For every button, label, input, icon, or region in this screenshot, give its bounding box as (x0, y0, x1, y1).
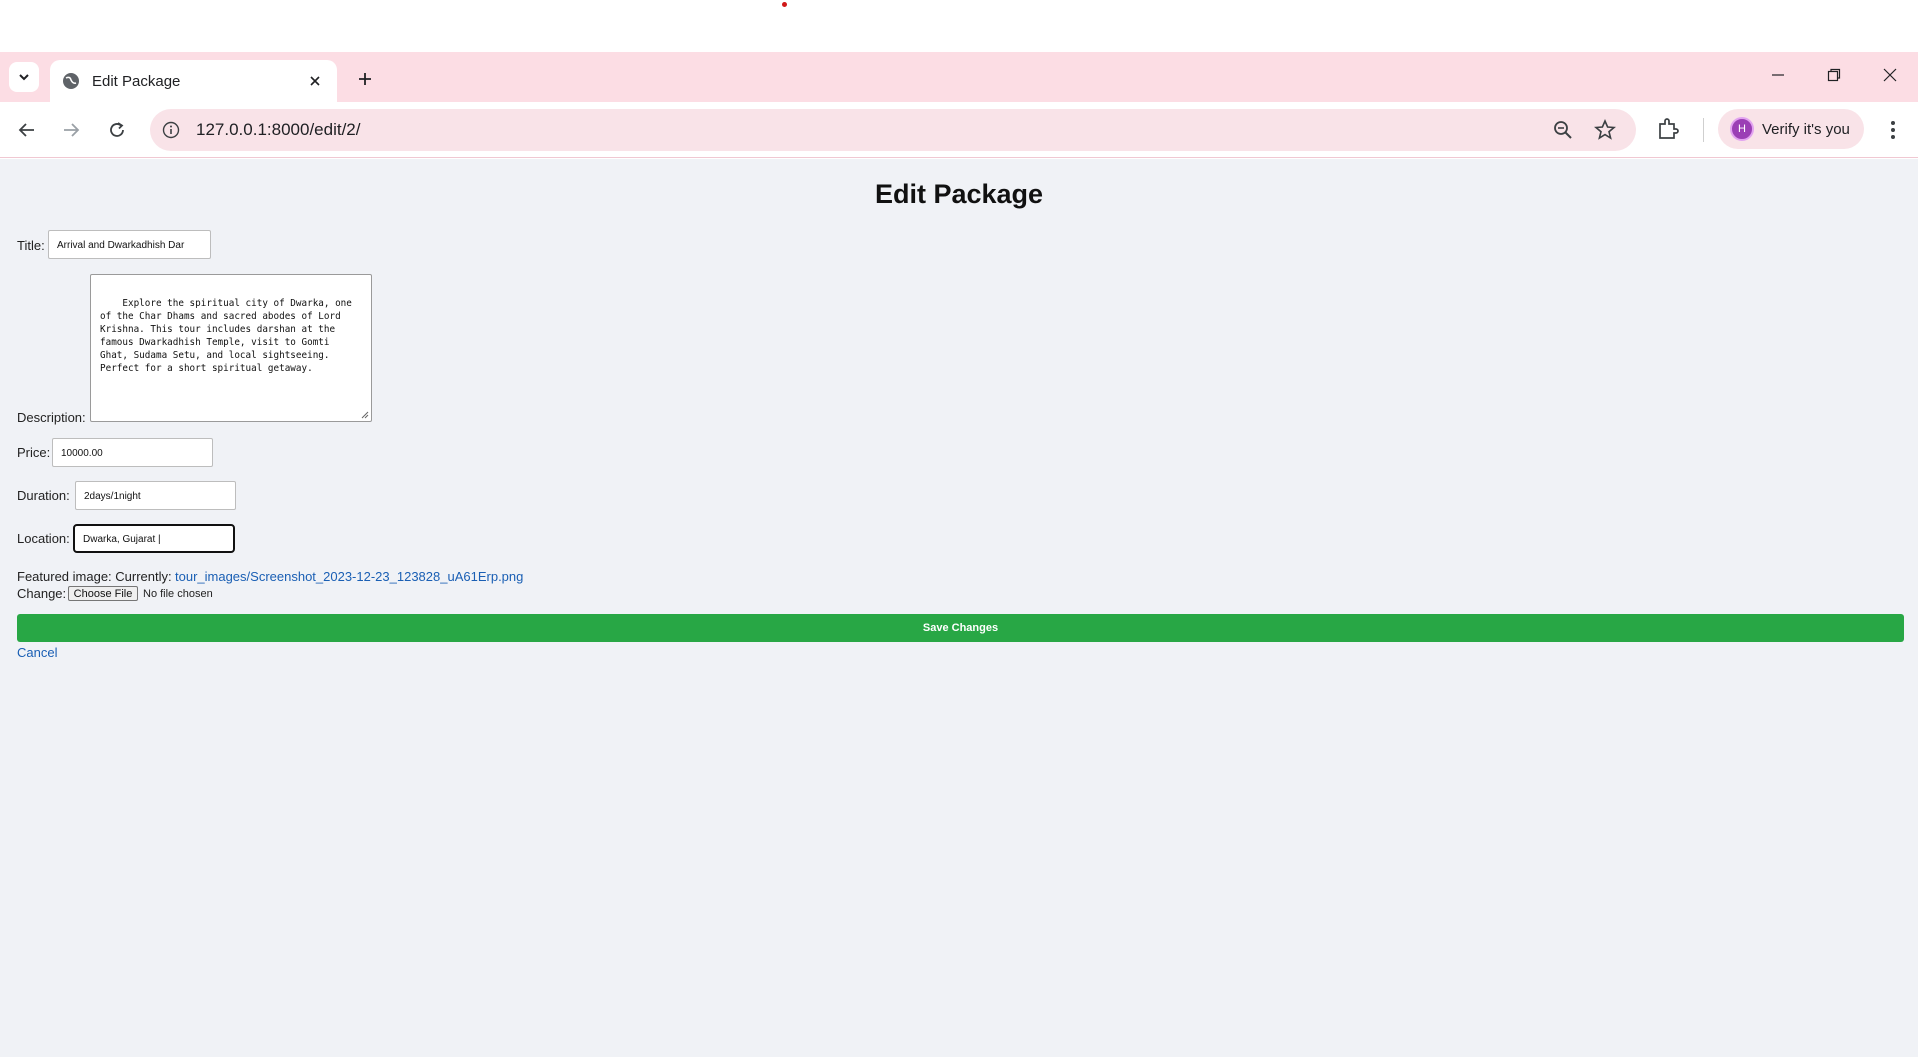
close-tab-icon[interactable] (305, 71, 325, 91)
save-changes-button[interactable]: Save Changes (17, 614, 1904, 642)
more-vert-icon (1891, 121, 1895, 139)
profile-label: Verify it's you (1762, 120, 1850, 138)
minimize-button[interactable] (1758, 60, 1798, 90)
extensions-icon[interactable] (1655, 116, 1681, 142)
change-label: Change: (17, 586, 67, 601)
featured-image-label: Featured image: Currently: (17, 569, 172, 584)
back-arrow-icon (18, 123, 34, 137)
new-tab-button[interactable] (351, 65, 379, 93)
forward-button[interactable] (55, 114, 87, 146)
toolbar-separator (1703, 118, 1704, 142)
duration-label: Duration: (17, 488, 70, 503)
close-window-button[interactable] (1870, 60, 1910, 90)
cancel-link[interactable]: Cancel (17, 645, 57, 660)
title-input[interactable]: Arrival and Dwarkadhish Dar (48, 230, 211, 259)
minimize-icon (1772, 74, 1784, 76)
price-input[interactable]: 10000.00 (52, 438, 213, 467)
no-file-chosen-text: No file chosen (143, 588, 213, 600)
top-bar (0, 0, 1918, 52)
restore-icon (1827, 68, 1841, 82)
plus-icon (359, 73, 371, 85)
profile-button[interactable]: H Verify it's you (1718, 109, 1864, 149)
resize-handle-icon[interactable] (361, 411, 369, 419)
avatar: H (1730, 117, 1754, 141)
current-image-link[interactable]: tour_images/Screenshot_2023-12-23_123828… (175, 569, 523, 584)
page-title: Edit Package (874, 179, 1044, 209)
description-label: Description: (17, 410, 86, 425)
location-label: Location: (17, 531, 70, 546)
bookmark-star-icon[interactable] (1594, 119, 1616, 141)
reload-icon (110, 122, 124, 137)
tab-title: Edit Package (92, 72, 181, 90)
back-button[interactable] (11, 114, 43, 146)
recording-dot (782, 2, 787, 7)
tab-search-button[interactable] (9, 62, 39, 92)
reload-button[interactable] (101, 114, 133, 146)
zoom-icon[interactable] (1552, 119, 1574, 141)
globe-icon (63, 73, 79, 89)
address-bar[interactable]: 127.0.0.1:8000/edit/2/ (150, 109, 1636, 151)
forward-arrow-icon (64, 123, 80, 137)
price-label: Price: (17, 445, 51, 460)
page-content: Edit Package Title: Arrival and Dwarkadh… (0, 159, 1918, 1057)
description-text: Explore the spiritual city of Dwarka, on… (100, 298, 352, 374)
url-text[interactable]: 127.0.0.1:8000/edit/2/ (196, 120, 360, 140)
choose-file-button[interactable]: Choose File (68, 586, 138, 601)
chevron-down-icon (19, 74, 29, 81)
description-textarea[interactable]: Explore the spiritual city of Dwarka, on… (90, 274, 372, 422)
site-info-icon[interactable] (160, 119, 182, 141)
close-icon (1883, 68, 1897, 82)
tab-strip: Edit Package (0, 52, 1918, 102)
title-label: Title: (17, 238, 45, 253)
duration-input[interactable]: 2days/1night (75, 481, 236, 510)
browser-toolbar: 127.0.0.1:8000/edit/2/ H Verify it's you (0, 102, 1918, 158)
menu-button[interactable] (1882, 116, 1904, 144)
tab-edit-package[interactable]: Edit Package (50, 60, 337, 102)
location-input[interactable]: Dwarka, Gujarat | (73, 524, 235, 553)
restore-button[interactable] (1814, 60, 1854, 90)
